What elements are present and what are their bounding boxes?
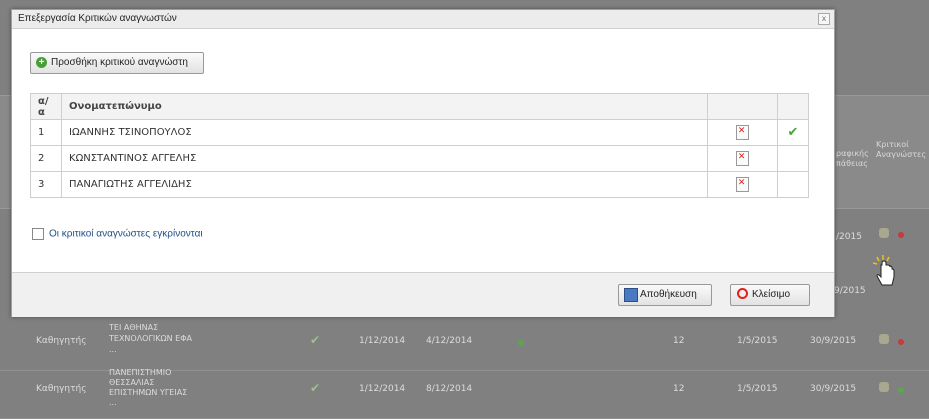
critics-table: α/α Ονοματεπώνυμο 1 ΙΩΑΝΝΗΣ ΤΣΙΝΟΠΟΥΛΟΣ … <box>29 93 810 198</box>
dialog-title: Επεξεργασία Κριτικών αναγνωστών <box>18 13 177 24</box>
delete-icon[interactable] <box>735 151 749 166</box>
delete-icon[interactable] <box>735 125 749 140</box>
status-dot <box>898 232 904 238</box>
col-header-delete <box>706 93 778 120</box>
readers-icon[interactable] <box>879 228 889 238</box>
row-name: ΚΩΝΣΤΑΝΤΙΝΟΣ ΑΓΓΕΛΗΣ <box>61 145 708 172</box>
close-icon[interactable]: x <box>818 13 830 25</box>
bg-table-row: Καθηγητής ΤΕΙ ΑΘΗΝΑΣ ΤΕΧΝΟΛΟΓΙΚΩΝ ΕΦΑ ..… <box>0 318 929 371</box>
floppy-disk-icon <box>624 288 638 302</box>
col-header-approved <box>776 93 810 120</box>
check-icon: ✔ <box>310 381 321 395</box>
hand-cursor-icon <box>873 255 895 286</box>
row-number: 2 <box>29 145 63 172</box>
bg-date: 30/9/2015 <box>810 336 857 346</box>
bg-header-fragment: πάθειας <box>836 159 868 168</box>
bg-date: 30/9/2015 <box>810 384 857 394</box>
readers-icon[interactable] <box>879 334 889 344</box>
bg-institution: ΤΕΙ ΑΘΗΝΑΣ <box>109 323 159 332</box>
check-icon: ✔ <box>310 333 321 347</box>
bg-institution: ... <box>109 345 117 354</box>
table-row: 1 ΙΩΑΝΝΗΣ ΤΣΙΝΟΠΟΥΛΟΣ ✔ <box>29 119 810 146</box>
bg-role: Καθηγητής <box>36 384 87 394</box>
bg-date: 8/12/2014 <box>426 384 473 394</box>
bg-institution: ΤΕΧΝΟΛΟΓΙΚΩΝ ΕΦΑ <box>109 334 192 343</box>
bg-date: 4/12/2014 <box>426 336 473 346</box>
row-number: 3 <box>29 171 63 198</box>
status-dot <box>898 339 904 345</box>
edit-critics-dialog: Επεξεργασία Κριτικών αναγνωστών x + Προσ… <box>11 9 835 317</box>
col-header-number: α/α <box>29 93 63 120</box>
row-number: 1 <box>29 119 63 146</box>
save-button[interactable]: Αποθήκευση <box>618 284 712 306</box>
bg-header-readers: Αναγνώστες <box>876 150 927 159</box>
bg-count: 12 <box>673 336 685 346</box>
bg-date: 9/2015 <box>834 286 866 296</box>
status-dot <box>518 340 524 346</box>
add-critic-button[interactable]: + Προσθήκη κριτικού αναγνώστη <box>30 52 204 74</box>
bg-institution: ΠΑΝΕΠΙΣΤΗΜΙΟ <box>109 368 172 377</box>
bg-date: 1/5/2015 <box>737 384 778 394</box>
add-critic-label: Προσθήκη κριτικού αναγνώστη <box>51 57 188 68</box>
dialog-titlebar: Επεξεργασία Κριτικών αναγνωστών x <box>12 10 834 29</box>
bg-date: 1/12/2014 <box>359 336 406 346</box>
bg-date: 1/5/2015 <box>737 336 778 346</box>
bg-header-critics: Κριτικοί <box>876 140 909 149</box>
row-name: ΙΩΑΝΝΗΣ ΤΣΙΝΟΠΟΥΛΟΣ <box>61 119 708 146</box>
bg-institution: ΕΠΙΣΤΗΜΩΝ ΥΓΕΙΑΣ <box>109 388 188 397</box>
bg-date: /2015 <box>836 232 862 242</box>
close-button[interactable]: Κλείσιμο <box>730 284 810 306</box>
col-header-name: Ονοματεπώνυμο <box>61 93 708 120</box>
delete-icon[interactable] <box>735 177 749 192</box>
bg-table-row: Καθηγητής ΠΑΝΕΠΙΣΤΗΜΙΟ ΘΕΣΣΑΛΙΑΣ ΕΠΙΣΤΗΜ… <box>0 366 929 419</box>
approve-checkbox-label[interactable]: Οι κριτικοί αναγνώστες εγκρίνονται <box>49 229 203 240</box>
save-label: Αποθήκευση <box>640 289 697 300</box>
cancel-icon <box>737 288 748 299</box>
bg-institution: ΘΕΣΣΑΛΙΑΣ <box>109 378 155 387</box>
approve-checkbox[interactable] <box>32 228 44 240</box>
table-row: 3 ΠΑΝΑΓΙΩΤΗΣ ΑΓΓΕΛΙΔΗΣ <box>29 171 810 198</box>
status-dot <box>898 387 904 393</box>
checkmark-icon: ✔ <box>787 125 799 140</box>
bg-date: 1/12/2014 <box>359 384 406 394</box>
readers-icon[interactable] <box>879 382 889 392</box>
table-row: 2 ΚΩΝΣΤΑΝΤΙΝΟΣ ΑΓΓΕΛΗΣ <box>29 145 810 172</box>
plus-icon: + <box>36 57 47 68</box>
table-header-row: α/α Ονοματεπώνυμο <box>29 93 810 120</box>
approve-checkbox-row[interactable]: Οι κριτικοί αναγνώστες εγκρίνονται <box>32 228 203 240</box>
close-label: Κλείσιμο <box>752 289 791 300</box>
bg-institution: ... <box>109 398 117 407</box>
bg-header-fragment: ραφικής <box>836 149 869 158</box>
bg-count: 12 <box>673 384 685 394</box>
row-name: ΠΑΝΑΓΙΩΤΗΣ ΑΓΓΕΛΙΔΗΣ <box>61 171 708 198</box>
bg-role: Καθηγητής <box>36 336 87 346</box>
